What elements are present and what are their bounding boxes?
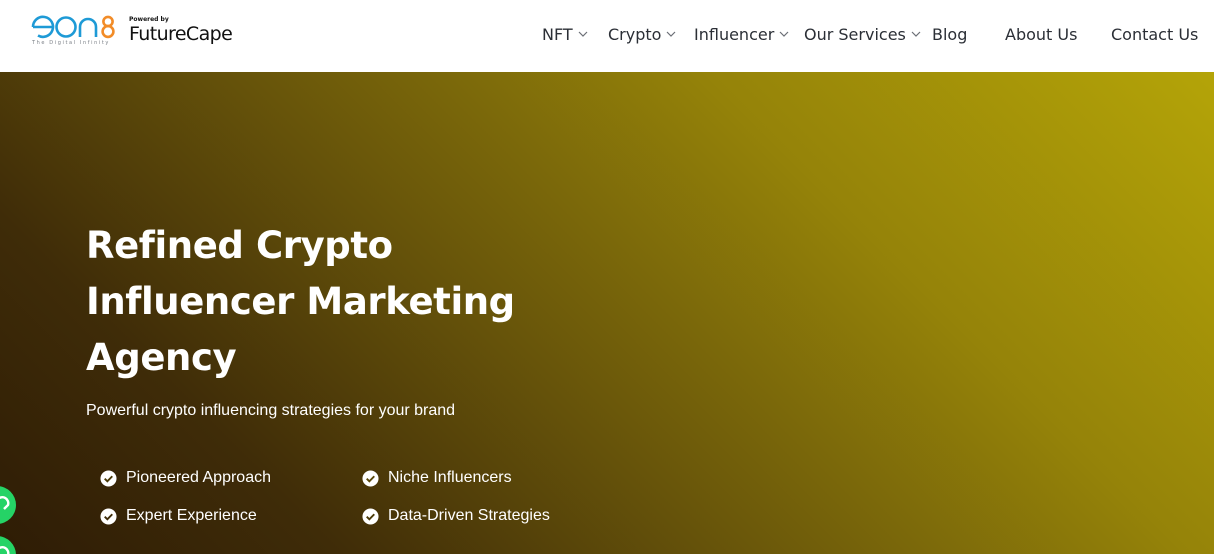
chevron-down-icon bbox=[578, 31, 588, 37]
nav-item-label: Crypto bbox=[608, 24, 662, 44]
hero-subtitle: Powerful crypto influencing strategies f… bbox=[86, 402, 456, 419]
nav-item-label: About Us bbox=[1005, 24, 1078, 44]
whatsapp-icon bbox=[0, 496, 10, 510]
nav-item-our-services[interactable]: Our Services bbox=[804, 22, 921, 46]
call-button[interactable] bbox=[0, 536, 16, 554]
nav-item-about-us[interactable]: About Us bbox=[1005, 22, 1077, 46]
chevron-down-icon bbox=[911, 31, 921, 37]
hero-title-line: Agency bbox=[86, 336, 237, 379]
hero-title: Refined Crypto Influencer Marketing Agen… bbox=[86, 218, 556, 386]
nav-item-blog[interactable]: Blog bbox=[932, 22, 967, 46]
feature-label: Niche Influencers bbox=[388, 469, 512, 486]
hero-section: Refined Crypto Influencer Marketing Agen… bbox=[0, 72, 1214, 554]
nav-item-contact-us[interactable]: Contact Us bbox=[1111, 22, 1198, 46]
feature-label: Data-Driven Strategies bbox=[388, 507, 550, 524]
hero-title-line: Refined Crypto bbox=[86, 224, 393, 267]
main-nav: NFT Crypto Influencer Our Services Blog … bbox=[0, 0, 1214, 72]
feature-item: Expert Experience bbox=[100, 507, 257, 525]
whatsapp-button[interactable] bbox=[0, 486, 16, 524]
nav-item-label: Our Services bbox=[804, 24, 906, 44]
check-circle-icon bbox=[362, 469, 379, 487]
check-circle-icon bbox=[362, 507, 379, 525]
phone-icon bbox=[0, 546, 10, 554]
feature-label: Pioneered Approach bbox=[126, 469, 271, 486]
check-circle-icon bbox=[100, 469, 117, 487]
nav-item-crypto[interactable]: Crypto bbox=[608, 22, 676, 46]
nav-item-label: NFT bbox=[542, 24, 573, 44]
feature-label: Expert Experience bbox=[126, 507, 257, 524]
chevron-down-icon bbox=[667, 31, 676, 37]
check-circle-icon bbox=[100, 507, 117, 525]
nav-item-influencer[interactable]: Influencer bbox=[694, 22, 789, 46]
nav-item-label: Blog bbox=[932, 24, 968, 44]
feature-item: Data-Driven Strategies bbox=[362, 507, 550, 525]
chevron-down-icon bbox=[779, 31, 789, 37]
feature-item: Niche Influencers bbox=[362, 469, 512, 487]
nav-item-label: Influencer bbox=[694, 24, 775, 44]
hero-title-line: Influencer Marketing bbox=[86, 280, 515, 323]
nav-item-label: Contact Us bbox=[1111, 24, 1199, 44]
feature-item: Pioneered Approach bbox=[100, 469, 271, 487]
site-header: The Digital Infinity Powered by FutureCa… bbox=[0, 0, 1214, 72]
nav-item-nft[interactable]: NFT bbox=[542, 22, 588, 46]
